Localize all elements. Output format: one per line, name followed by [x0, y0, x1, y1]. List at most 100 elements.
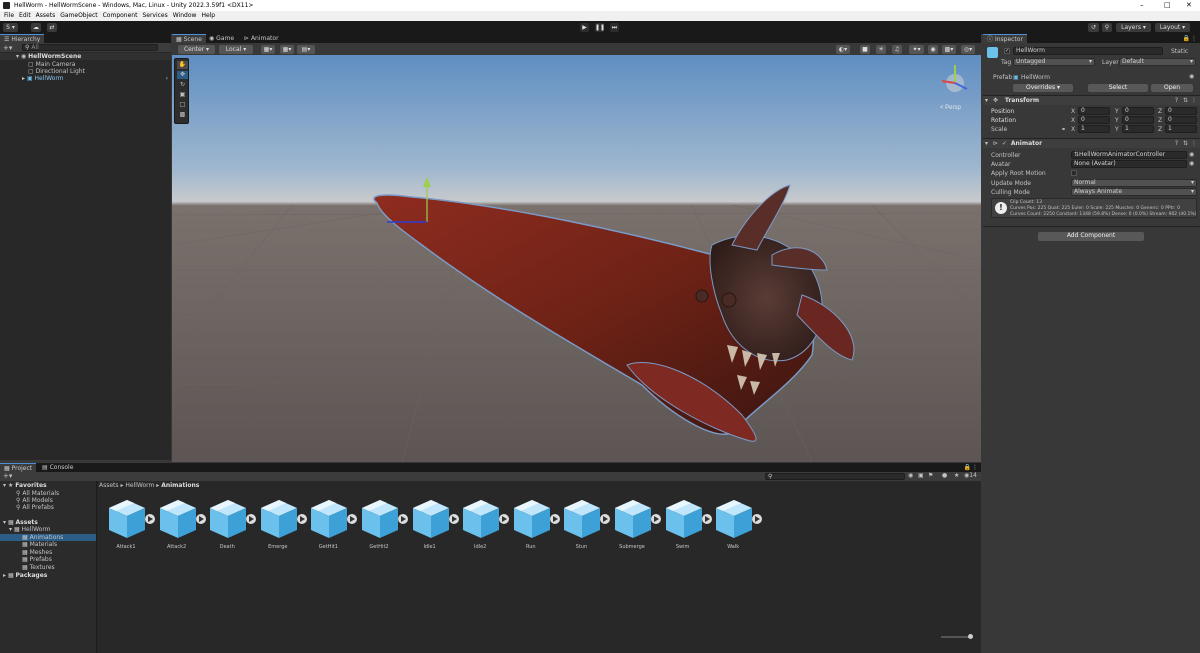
breadcrumb-hellworm[interactable]: HellWorm	[125, 482, 154, 489]
expand-arrow-icon[interactable]: ▾	[16, 53, 19, 60]
effects-icon[interactable]: ✦▾	[909, 45, 924, 54]
pivot-dropdown[interactable]: Center ▾	[178, 45, 215, 54]
object-picker-icon[interactable]: ◉	[1189, 151, 1194, 158]
more-icon[interactable]: ⋮	[1191, 139, 1197, 149]
close-icon[interactable]: ✕	[1186, 0, 1192, 11]
asset-tile[interactable]: Run	[511, 498, 561, 550]
scale-y[interactable]: 1	[1122, 125, 1154, 133]
asset-tile[interactable]: Stun	[561, 498, 611, 550]
rotation-z[interactable]: 0	[1165, 116, 1197, 124]
asset-tile[interactable]: Walk	[713, 498, 763, 550]
audio-icon[interactable]: ♫	[892, 45, 902, 54]
tree-fav-materials[interactable]: ⚲ All Materials	[0, 490, 96, 497]
expand-arrow-icon[interactable]: ▾	[985, 97, 988, 104]
position-z[interactable]: 0	[1165, 107, 1197, 115]
zoom-slider[interactable]	[941, 634, 973, 639]
controller-field[interactable]: ⇅HellWormAnimatorController	[1071, 151, 1187, 159]
menu-gameobject[interactable]: GameObject	[60, 11, 97, 21]
tree-assets[interactable]: ▾ ▦ Assets	[0, 519, 96, 526]
tab-animator[interactable]: ⊳ Animator	[240, 34, 283, 43]
tab-project[interactable]: ▦ Project	[0, 463, 37, 472]
menu-services[interactable]: Services	[142, 11, 167, 21]
hierarchy-item-directional-light[interactable]: ▢ Directional Light	[0, 68, 171, 75]
active-checkbox[interactable]: ✓	[1004, 48, 1010, 54]
menu-file[interactable]: File	[4, 11, 14, 21]
hierarchy-item-main-camera[interactable]: ▢ Main Camera	[0, 61, 171, 68]
preset-icon[interactable]: ⇅	[1183, 139, 1188, 149]
asset-tile[interactable]: Attack1	[106, 498, 156, 550]
prefab-settings-icon[interactable]: ◉	[1189, 73, 1194, 80]
maximize-icon[interactable]: □	[1164, 0, 1171, 11]
tree-animations[interactable]: ▦ Animations	[0, 534, 96, 541]
update-mode-dropdown[interactable]: Normal ▾	[1071, 179, 1197, 187]
collab-icon[interactable]: ⇄	[47, 23, 57, 32]
add-icon[interactable]: +▾	[3, 472, 12, 480]
lighting-icon[interactable]: ✳	[876, 45, 886, 54]
object-picker-icon[interactable]: ◉	[1189, 160, 1194, 167]
position-y[interactable]: 0	[1122, 107, 1154, 115]
tree-fav-prefabs[interactable]: ⚲ All Prefabs	[0, 504, 96, 511]
play-button[interactable]: ▶	[580, 23, 589, 32]
move-tool-icon[interactable]: ✥	[177, 71, 188, 79]
account-button[interactable]: S ▾	[3, 23, 18, 32]
menu-window[interactable]: Window	[173, 11, 197, 21]
lock-icon[interactable]: 🔒	[964, 464, 971, 471]
scene-viewport[interactable]: < Persp	[172, 55, 981, 462]
preset-icon[interactable]: ⇅	[1183, 96, 1188, 106]
expand-arrow-icon[interactable]: ▾	[9, 526, 12, 533]
tab-scene[interactable]: ▦ Scene	[172, 34, 206, 43]
minimize-icon[interactable]: –	[1140, 0, 1144, 11]
add-component-button[interactable]: Add Component	[1038, 232, 1144, 241]
scale-x[interactable]: 1	[1078, 125, 1110, 133]
rotate-tool-icon[interactable]: ↻	[177, 81, 188, 89]
asset-tile[interactable]: Swim	[663, 498, 713, 550]
layer-dropdown[interactable]: Default ▾	[1119, 58, 1196, 66]
tree-meshes[interactable]: ▦ Meshes	[0, 549, 96, 556]
root-motion-checkbox[interactable]	[1071, 170, 1077, 176]
tree-textures[interactable]: ▦ Textures	[0, 564, 96, 571]
space-dropdown[interactable]: Local ▾	[219, 45, 253, 54]
grid-icon[interactable]: ▦▾	[280, 45, 294, 54]
asset-tile[interactable]: Idle2	[460, 498, 510, 550]
rotation-x[interactable]: 0	[1078, 116, 1110, 124]
grid-plane-icon[interactable]: ▤▾	[297, 45, 315, 54]
transform-tool-icon[interactable]: ▩	[177, 111, 188, 119]
tree-prefabs[interactable]: ▦ Prefabs	[0, 556, 96, 563]
animator-header[interactable]: ▾ ⊳ ✓ Animator ? ⇅ ⋮	[983, 138, 1200, 148]
pause-button[interactable]: ❚❚	[595, 23, 605, 32]
link-icon[interactable]: ⚭	[1061, 126, 1066, 133]
cloud-icon[interactable]: ☁	[31, 23, 41, 32]
scale-z[interactable]: 1	[1165, 125, 1197, 133]
tree-packages[interactable]: ▸ ▦ Packages	[0, 572, 96, 579]
position-x[interactable]: 0	[1078, 107, 1110, 115]
breadcrumb-animations[interactable]: Animations	[161, 482, 199, 489]
persp-label[interactable]: < Persp	[940, 105, 962, 111]
rect-tool-icon[interactable]: □	[177, 101, 188, 109]
expand-arrow-icon[interactable]: ▸	[22, 75, 25, 82]
gizmos-icon[interactable]: ◎▾	[961, 45, 975, 54]
more-icon[interactable]: ⋮	[972, 464, 978, 471]
2d-toggle-icon[interactable]: ■	[860, 45, 870, 54]
asset-tile[interactable]: GetHit2	[359, 498, 409, 550]
expand-arrow-icon[interactable]: ▾	[3, 482, 6, 489]
asset-tile[interactable]: Emerge	[258, 498, 308, 550]
tab-console[interactable]: ▤ Console	[38, 463, 77, 472]
add-icon[interactable]: +▾	[3, 44, 12, 52]
step-button[interactable]: ⏭	[610, 23, 619, 32]
enabled-checkbox[interactable]: ✓	[1002, 140, 1007, 147]
open-button[interactable]: Open	[1151, 84, 1193, 92]
favorite-icon[interactable]: ★	[954, 472, 959, 479]
help-icon[interactable]: ?	[1175, 139, 1178, 149]
select-button[interactable]: Select	[1088, 84, 1148, 92]
lock-icon[interactable]: 🔒	[1183, 35, 1190, 42]
tree-favorites[interactable]: ▾ ★ Favorites	[0, 482, 96, 489]
filter-label-icon[interactable]: ▣	[918, 472, 924, 479]
object-name-field[interactable]: HellWorm	[1013, 47, 1163, 55]
help-icon[interactable]: ?	[1175, 96, 1178, 106]
tag-filter-icon[interactable]: ⚑	[928, 472, 933, 479]
static-label[interactable]: Static	[1171, 48, 1188, 55]
tab-hierarchy[interactable]: ☰ Hierarchy	[0, 34, 45, 43]
visibility-icon[interactable]: ●	[942, 472, 947, 479]
scale-tool-icon[interactable]: ▣	[177, 91, 188, 99]
layout-dropdown[interactable]: Layout ▾	[1155, 23, 1190, 32]
